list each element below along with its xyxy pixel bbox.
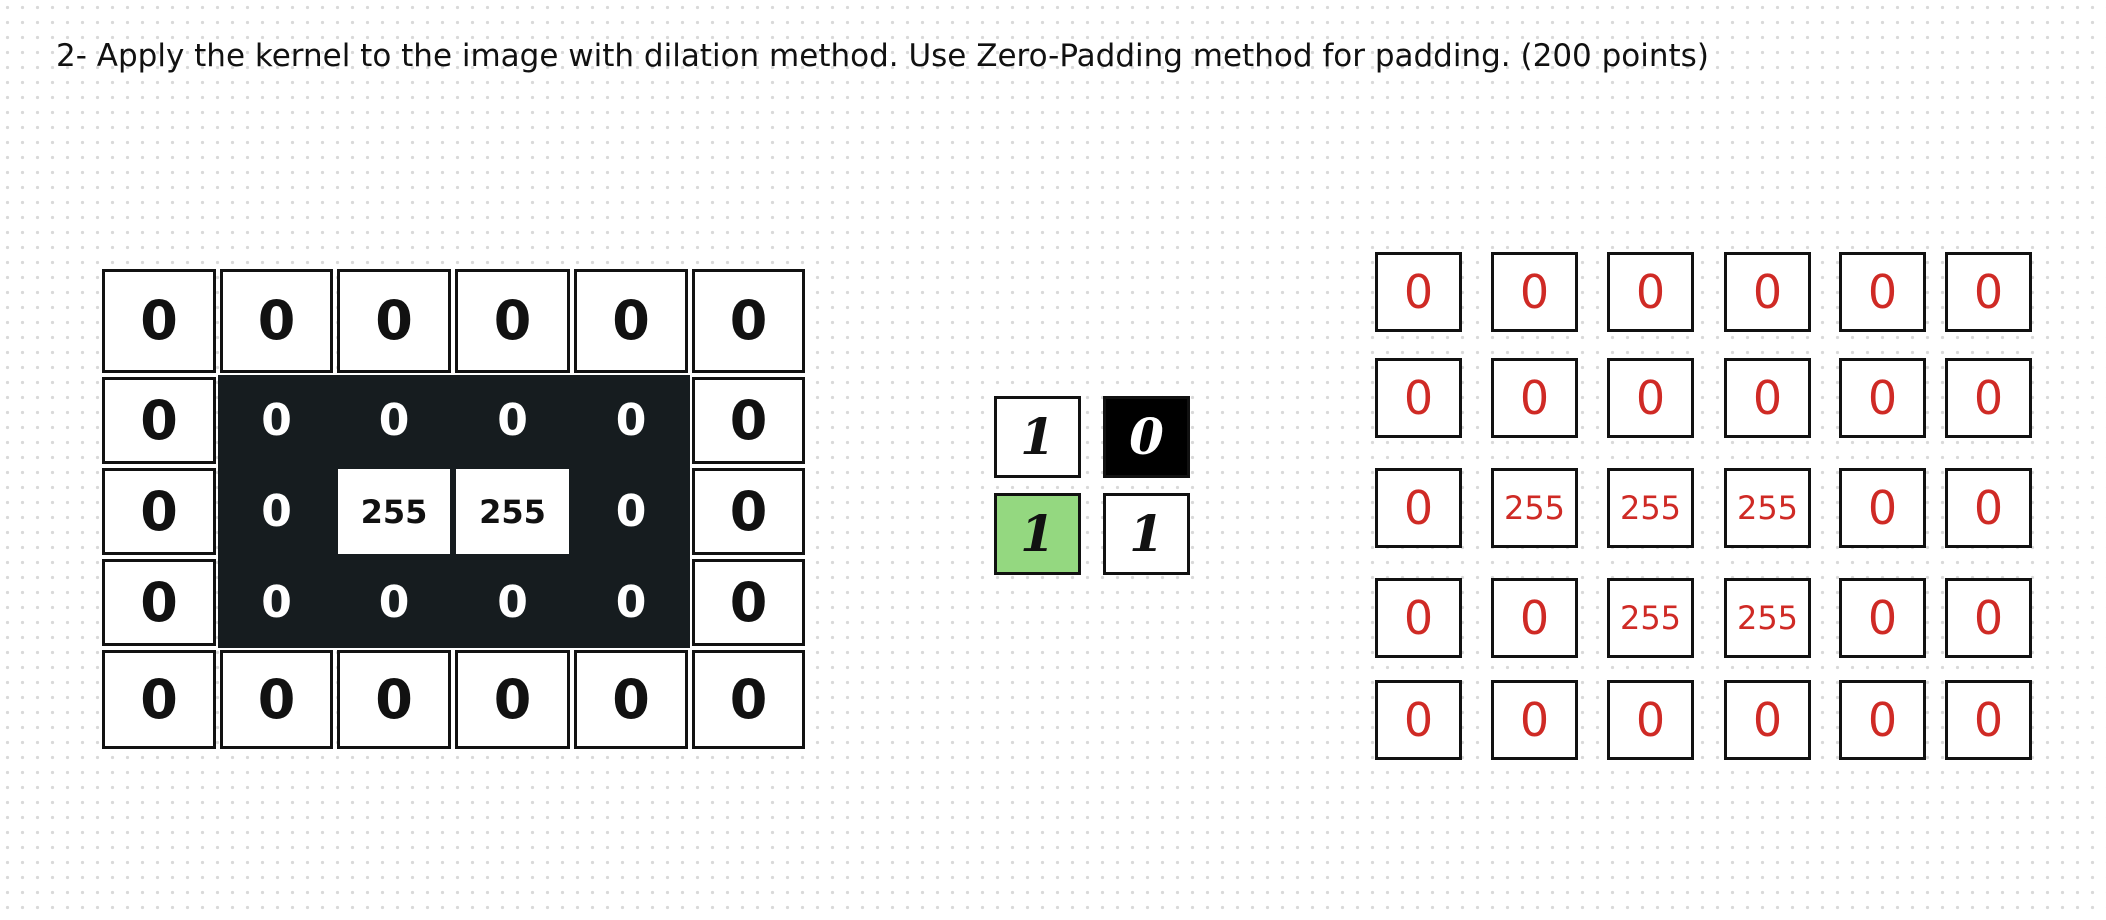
input-cell: 0	[218, 557, 335, 648]
input-cell: 0	[692, 377, 805, 464]
input-cell: 0	[692, 468, 805, 555]
output-cell: 0	[1945, 358, 2032, 438]
output-cell: 0	[1839, 252, 1926, 332]
output-cell: 0	[1607, 252, 1694, 332]
kernel-cell: 1	[1103, 493, 1190, 575]
output-cell: 0	[1607, 358, 1694, 438]
input-cell: 0	[572, 557, 690, 648]
output-cell: 255	[1724, 578, 1811, 658]
output-cell: 0	[1375, 578, 1462, 658]
output-cell: 0	[1839, 358, 1926, 438]
input-cell: 0	[692, 650, 805, 749]
input-cell: 0	[453, 557, 572, 648]
input-cell: 0	[337, 650, 451, 749]
output-cell: 0	[1491, 358, 1578, 438]
input-cell: 0	[102, 377, 216, 464]
input-cell: 0	[102, 559, 216, 646]
input-cell: 0	[572, 375, 690, 466]
output-cell: 0	[1375, 680, 1462, 760]
kernel-cell: 1	[994, 493, 1081, 575]
question-text: 2- Apply the kernel to the image with di…	[56, 38, 1709, 74]
input-cell: 0	[102, 468, 216, 555]
input-cell: 0	[335, 557, 453, 648]
output-cell: 0	[1375, 468, 1462, 548]
input-cell: 0	[218, 375, 335, 466]
output-cell: 0	[1945, 578, 2032, 658]
output-cell: 0	[1839, 680, 1926, 760]
output-cell: 255	[1724, 468, 1811, 548]
kernel-cell: 1	[994, 396, 1081, 478]
input-cell: 0	[455, 650, 570, 749]
input-cell: 0	[455, 269, 570, 373]
output-cell: 0	[1945, 468, 2032, 548]
input-cell: 0	[574, 269, 688, 373]
input-cell: 0	[572, 466, 690, 557]
input-cell: 255	[335, 466, 453, 557]
kernel-cell: 0	[1103, 396, 1190, 478]
input-cell: 0	[453, 375, 572, 466]
output-cell: 255	[1607, 578, 1694, 658]
output-cell: 0	[1607, 680, 1694, 760]
output-cell: 0	[1491, 252, 1578, 332]
output-cell: 0	[1375, 252, 1462, 332]
output-cell: 0	[1724, 680, 1811, 760]
output-cell: 255	[1491, 468, 1578, 548]
output-cell: 0	[1724, 358, 1811, 438]
output-cell: 0	[1839, 578, 1926, 658]
input-cell: 255	[453, 466, 572, 557]
output-cell: 255	[1607, 468, 1694, 548]
output-cell: 0	[1491, 680, 1578, 760]
input-cell: 0	[692, 559, 805, 646]
output-cell: 0	[1945, 252, 2032, 332]
output-cell: 0	[1375, 358, 1462, 438]
output-cell: 0	[1839, 468, 1926, 548]
input-cell: 0	[574, 650, 688, 749]
output-cell: 0	[1945, 680, 2032, 760]
input-cell: 0	[218, 466, 335, 557]
input-cell: 0	[337, 269, 451, 373]
input-cell: 0	[220, 650, 333, 749]
input-cell: 0	[102, 650, 216, 749]
input-cell: 0	[220, 269, 333, 373]
output-cell: 0	[1491, 578, 1578, 658]
input-cell: 0	[102, 269, 216, 373]
input-cell: 0	[692, 269, 805, 373]
input-cell: 0	[335, 375, 453, 466]
output-cell: 0	[1724, 252, 1811, 332]
